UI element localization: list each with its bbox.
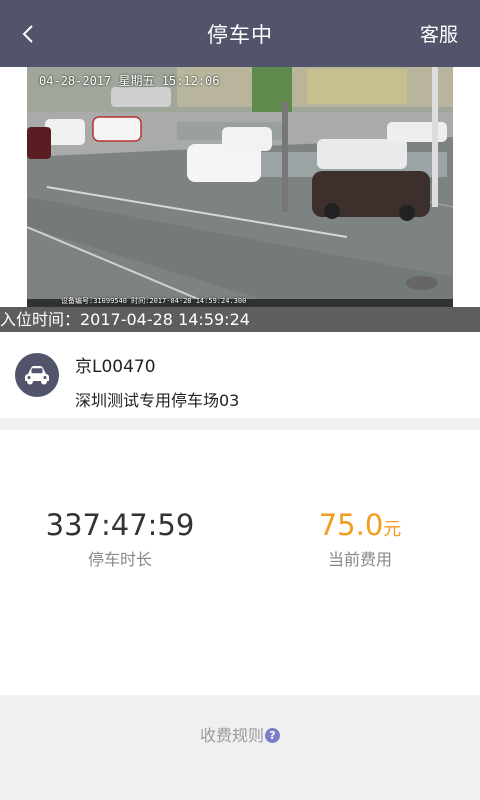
question-icon[interactable]: ? (265, 728, 280, 743)
fee-stat: 75.0元 当前费用 (240, 508, 480, 570)
top-bar: 停车中 客服 (0, 0, 480, 67)
page-title: 停车中 (207, 23, 273, 47)
parking-stats: 337:47:59 停车时长 75.0元 当前费用 (0, 430, 480, 695)
fee-rules-label: 收费规则 (199, 726, 264, 745)
duration-label: 停车时长 (87, 550, 152, 569)
fee-label: 当前费用 (327, 550, 392, 569)
fee-rules-link[interactable]: 收费规则? (0, 722, 480, 746)
camera-device-overlay: 设备编号:31099540 时间:2017-04-28 14:59:24.300 (61, 297, 247, 305)
parking-lot-name: 深圳测试专用停车场03 (75, 391, 240, 410)
car-avatar (15, 353, 59, 397)
license-plate: 京L00470 (75, 357, 156, 377)
duration-stat: 337:47:59 停车时长 (0, 508, 240, 570)
duration-value: 337:47:59 (45, 508, 195, 542)
fee-value: 75.0 (318, 508, 384, 542)
camera-section: 04-28-2017 星期五 15:12:06 设备编号:31099540 时间… (0, 67, 480, 332)
parking-camera-photo: 04-28-2017 星期五 15:12:06 设备编号:31099540 时间… (27, 67, 453, 307)
vehicle-card: 京L00470 深圳测试专用停车场03 (0, 332, 480, 418)
fee-unit: 元 (383, 519, 402, 540)
customer-service-button[interactable]: 客服 (420, 20, 458, 47)
car-icon (25, 366, 49, 385)
fee-display: 75.0元 (240, 508, 480, 542)
camera-timestamp-overlay: 04-28-2017 星期五 15:12:06 (39, 74, 220, 88)
entry-time-bar: 入位时间：2017-04-28 14:59:24 (0, 307, 480, 332)
street-scene-image (27, 67, 453, 307)
